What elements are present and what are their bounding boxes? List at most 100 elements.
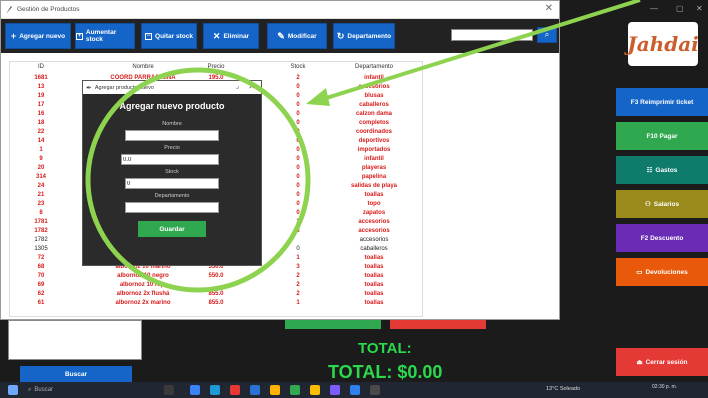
name-field[interactable]	[125, 130, 219, 141]
increase-stock-button[interactable]: + Aumentar stock	[75, 23, 135, 49]
cell-price: 855.0	[208, 300, 224, 306]
cell-price: 855.0	[208, 291, 224, 297]
cell-department: accesorios	[358, 219, 390, 225]
dialog-maximize-icon[interactable]: ⌟	[236, 82, 239, 90]
price-label: Precio	[164, 145, 180, 151]
weather-indicator[interactable]: 13°C Soleado	[546, 386, 580, 392]
window-title: Gestión de Productos	[17, 6, 80, 13]
salaries-button[interactable]: ⚇ Salarios	[616, 190, 708, 218]
taskbar-search[interactable]: ⌕ Buscar	[28, 385, 118, 395]
cell-id: 314	[35, 174, 46, 180]
cell-department: toallas	[364, 255, 384, 261]
department-field[interactable]	[125, 202, 219, 213]
cell-stock: 2	[296, 273, 300, 279]
cell-department: blusas	[364, 93, 384, 99]
cell-department: topo	[367, 201, 381, 207]
logout-button[interactable]: ⏏ Cerrar sesión	[616, 348, 708, 376]
pay-button[interactable]: F10 Pagar	[616, 122, 708, 150]
cell-department: papelina	[361, 174, 387, 180]
window-titlebar: Gestión de Productos ✕	[1, 1, 559, 19]
table-header: ID Nombre Precio Stock Departamento	[10, 64, 422, 74]
cell-stock: 0	[296, 156, 300, 162]
product-search-input[interactable]	[451, 29, 533, 41]
brand-logo: Jahdai	[627, 22, 699, 66]
cell-stock: 0	[296, 120, 300, 126]
stock-field[interactable]	[125, 178, 219, 189]
cell-stock: 0	[296, 246, 300, 252]
discount-button[interactable]: F2 Descuento	[616, 224, 708, 252]
cell-department: importados	[357, 147, 391, 153]
cell-id: 14	[37, 138, 45, 144]
header-id: ID	[38, 64, 44, 70]
header-name: Nombre	[132, 64, 154, 70]
notes-box[interactable]	[8, 320, 142, 360]
square-minus-icon: −	[145, 32, 153, 40]
cell-stock: 3	[296, 264, 300, 270]
youtube-icon[interactable]	[230, 385, 240, 395]
cell-id: 70	[37, 273, 45, 279]
cell-id: 1782	[34, 237, 48, 243]
vscode-icon[interactable]	[330, 385, 340, 395]
task-view-icon[interactable]	[164, 385, 174, 395]
edge-icon[interactable]	[190, 385, 200, 395]
minimize-icon[interactable]: —	[650, 4, 658, 13]
cell-stock: 1	[296, 300, 300, 306]
table-row[interactable]: 70 albornoz 10 negro 550.0 2 toallas	[10, 272, 422, 280]
price-field[interactable]	[121, 154, 219, 165]
cell-id: 13	[37, 84, 45, 90]
cell-department: salidas de playa	[350, 183, 398, 189]
buscar-button[interactable]: Buscar	[20, 366, 132, 382]
save-button[interactable]: Guardar	[138, 221, 206, 237]
cell-id: 17	[37, 102, 45, 108]
search-icon[interactable]: ⌕	[537, 27, 557, 43]
windows-start-icon[interactable]	[8, 385, 18, 395]
cell-department: infantil	[364, 75, 384, 81]
modify-button[interactable]: ✎ Modificar	[267, 23, 327, 49]
dialog-heading: Agregar nuevo producto	[119, 101, 225, 111]
department-button[interactable]: ↻ Departamento	[333, 23, 395, 49]
app2-icon[interactable]	[310, 385, 320, 395]
cell-stock: 0	[296, 165, 300, 171]
logout-icon: ⏏	[636, 359, 643, 366]
cell-stock: 0	[296, 210, 300, 216]
refresh-icon: ↻	[336, 30, 345, 41]
app-icon[interactable]	[250, 385, 260, 395]
table-row[interactable]: 62 albornoz 2x flushá 855.0 2 toallas	[10, 290, 422, 298]
browser-icon[interactable]	[210, 385, 220, 395]
cell-department: caballeros	[359, 102, 389, 108]
total-value: TOTAL: $0.00	[328, 362, 443, 382]
cell-id: 61	[37, 300, 45, 306]
cell-stock: 0	[296, 93, 300, 99]
cell-stock: 2	[296, 291, 300, 297]
close-icon[interactable]: ✕	[696, 4, 703, 13]
cell-name: albornoz 2x flushá	[116, 291, 170, 297]
add-product-button[interactable]: + Agregar nuevo	[5, 23, 71, 49]
cell-department: infantil	[364, 156, 384, 162]
returns-button[interactable]: ▭ Devoluciones	[616, 258, 708, 286]
table-row[interactable]: 61 albornoz 2x marino 855.0 1 toallas	[10, 299, 422, 307]
chrome-icon[interactable]	[290, 385, 300, 395]
cell-name: albornoz 10 negro	[117, 273, 169, 279]
reprint-ticket-button[interactable]: F3 Reimprimir ticket	[616, 88, 708, 116]
maximize-icon[interactable]: ▢	[676, 4, 684, 13]
search-icon: ⌕	[28, 386, 32, 393]
remove-stock-button[interactable]: − Quitar stock	[141, 23, 197, 49]
cell-stock: 0	[296, 102, 300, 108]
folder-icon[interactable]	[270, 385, 280, 395]
cell-id: 1305	[34, 246, 48, 252]
table-row[interactable]: 69 albornoz 10 rojo 2 toallas	[10, 281, 422, 289]
dialog-close-icon[interactable]: ✕	[248, 82, 255, 91]
cell-stock: 0	[296, 84, 300, 90]
cell-id: 20	[37, 165, 45, 171]
delete-button[interactable]: ✕ Eliminar	[203, 23, 259, 49]
cell-name: albornoz 10 rojo	[119, 282, 167, 288]
cell-department: toallas	[364, 291, 384, 297]
taskbar-clock[interactable]: 02:30 p. m.	[652, 384, 677, 390]
running-app-icon[interactable]	[370, 385, 380, 395]
cell-department: completos	[358, 120, 389, 126]
expenses-button[interactable]: ☷ Gastos	[616, 156, 708, 184]
cell-stock: 2	[296, 129, 300, 135]
green-status-bar	[285, 320, 381, 329]
word-icon[interactable]	[350, 385, 360, 395]
window-close-icon[interactable]: ✕	[545, 3, 553, 14]
